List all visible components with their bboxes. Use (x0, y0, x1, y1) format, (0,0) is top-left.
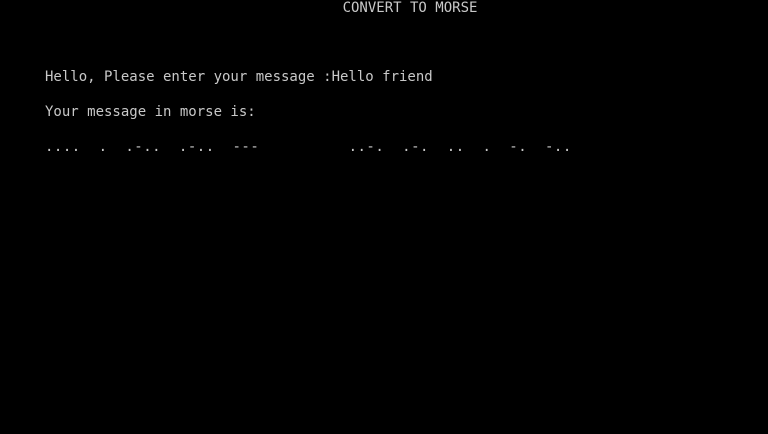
message-prompt-label: Hello, Please enter your message : (45, 69, 332, 85)
morse-output-text: .... . .-.. .-.. --- ..-. .-. .. . -. -.… (45, 139, 572, 155)
console-screen: CONVERT TO MORSE Hello, Please enter you… (0, 0, 768, 434)
message-input-value[interactable]: Hello friend (332, 69, 433, 85)
screen-title: CONVERT TO MORSE (342, 0, 478, 16)
morse-result-label: Your message in morse is: (45, 104, 256, 120)
message-prompt-line: Hello, Please enter your message :Hello … (45, 69, 433, 85)
